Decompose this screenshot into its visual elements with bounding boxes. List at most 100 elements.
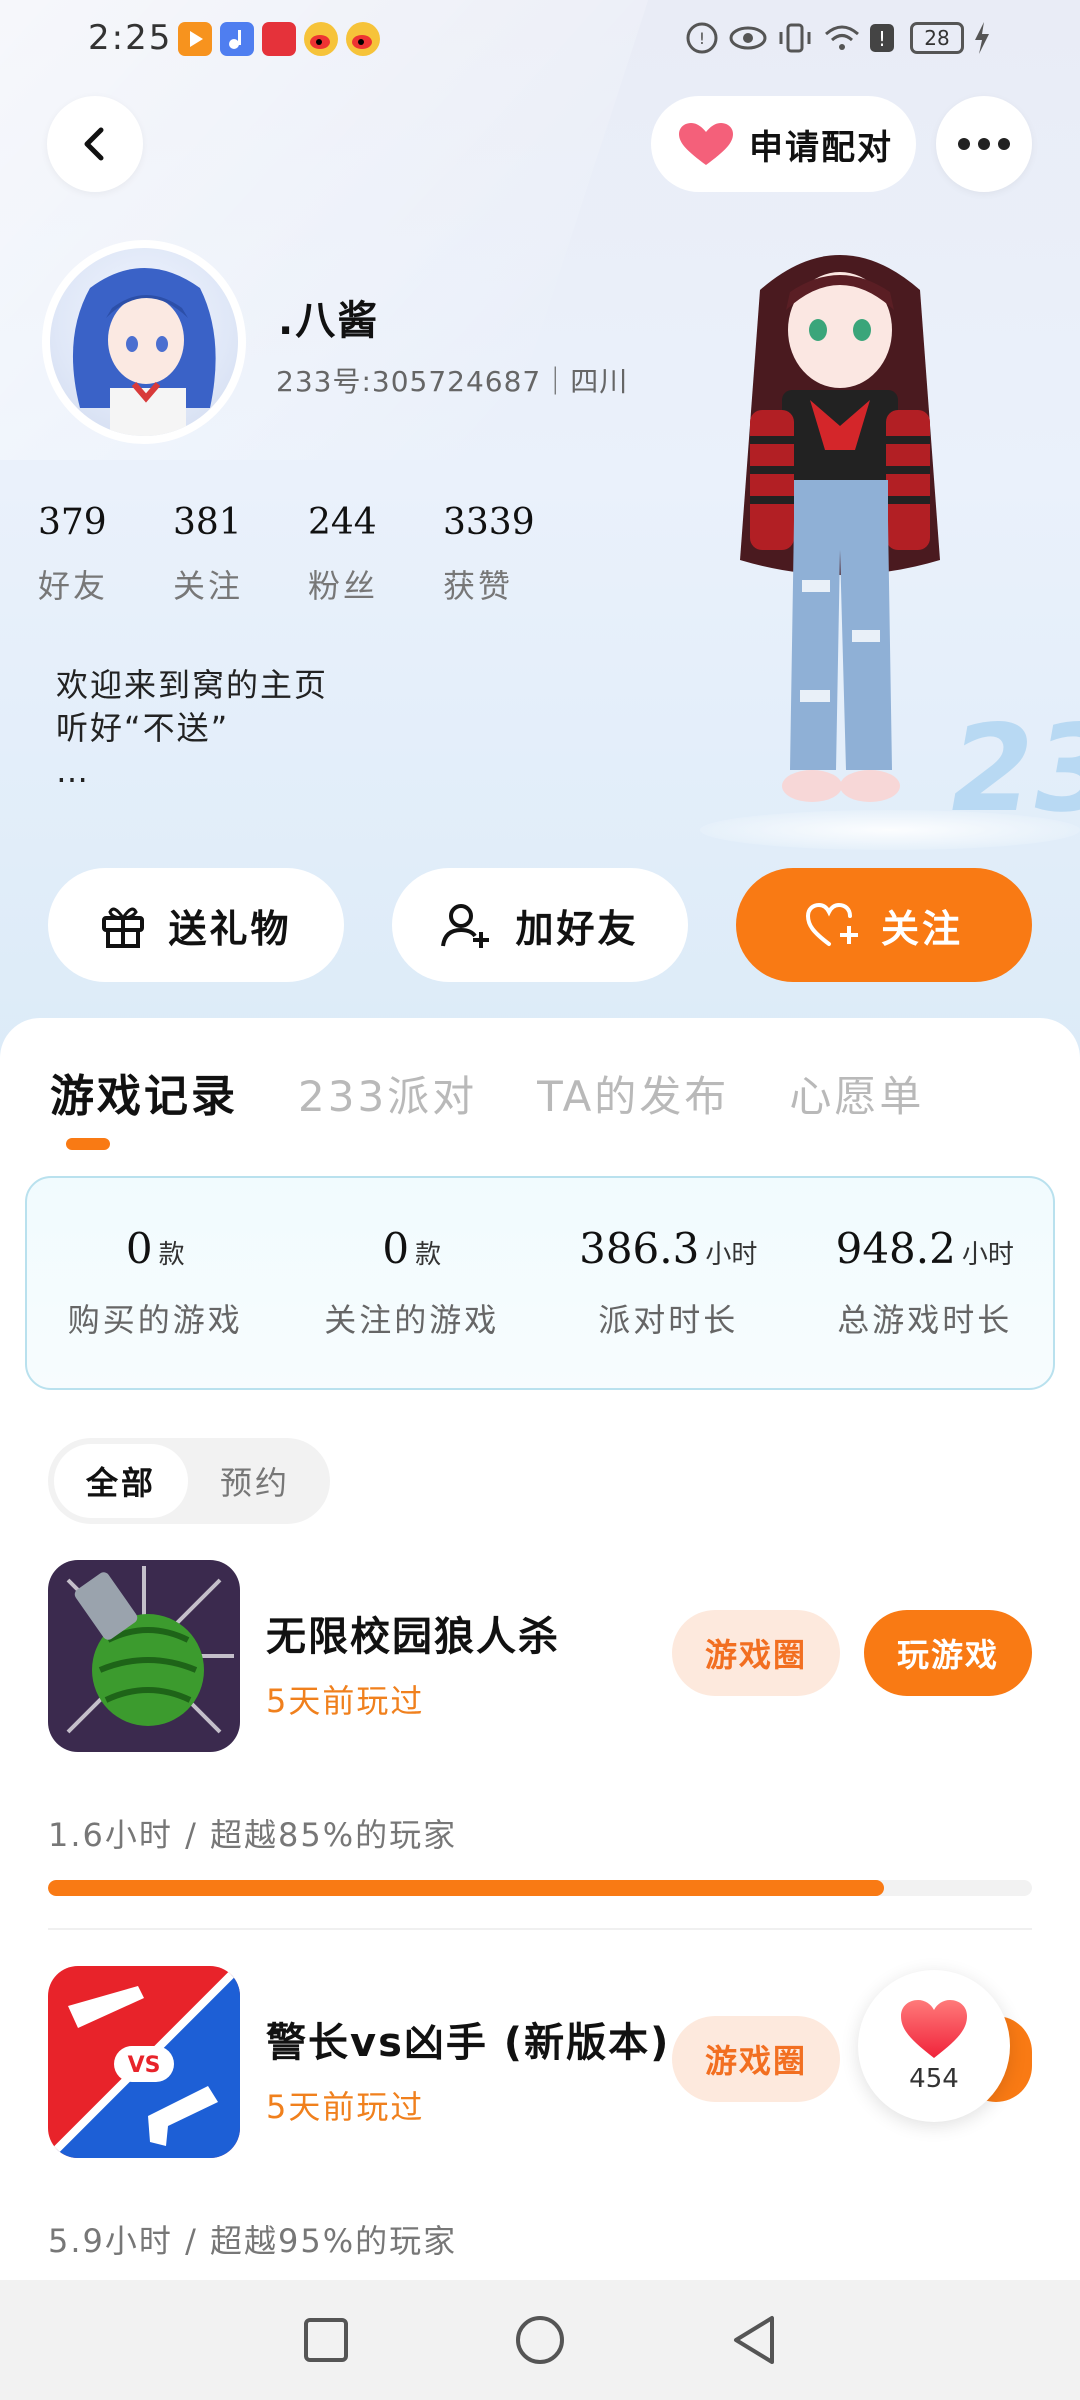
bio-line: 欢迎来到窝的主页: [56, 666, 329, 704]
game-last-played: 5天前玩过: [266, 2088, 425, 2126]
game-circle-button[interactable]: 游戏圈: [672, 2016, 840, 2102]
playtime-progress-bar: [48, 1880, 1032, 1896]
game-title: 无限校园狼人杀: [266, 1614, 560, 1660]
profile-nickname: .八酱: [278, 298, 380, 344]
like-count: 454: [909, 2064, 959, 2094]
tab-game-records[interactable]: 游戏记录: [50, 1060, 238, 1124]
video-app-icon: [178, 22, 212, 56]
send-gift-label: 送礼物: [168, 906, 292, 951]
summary-label: 总游戏时长: [837, 1301, 1013, 1339]
svg-text:!: !: [878, 27, 886, 51]
status-bar: 2:25 ! ! 28: [0, 0, 1080, 80]
stat-value: 244: [308, 502, 377, 543]
tab-wishlist[interactable]: 心愿单: [789, 1063, 924, 1124]
summary-value: 386.3: [579, 1224, 700, 1273]
heart-pair-icon: [679, 123, 733, 165]
active-tab-indicator: [66, 1138, 110, 1150]
summary-total-play-time: 948.2 小时 总游戏时长: [797, 1178, 1054, 1388]
weibo-icon-2: [346, 22, 380, 56]
like-floating-button[interactable]: 454: [858, 1970, 1010, 2122]
game-playtime-rank: 1.6小时 / 超越85%的玩家: [48, 1816, 458, 1854]
bio-line: 听好“不送”: [56, 709, 230, 747]
play-game-button[interactable]: 玩游戏: [864, 1610, 1032, 1696]
summary-label: 派对时长: [598, 1301, 739, 1339]
game-summary-card: 0款 购买的游戏 0款 关注的游戏 386.3 小时 派对时长 948.2 小时 总…: [25, 1176, 1055, 1390]
filter-all[interactable]: 全部: [54, 1444, 188, 1518]
summary-value: 0: [125, 1224, 153, 1273]
heart-plus-icon: [805, 902, 858, 946]
list-divider: [48, 1928, 1032, 1930]
summary-followed-games: 0款 关注的游戏: [284, 1178, 541, 1388]
back-triangle-icon[interactable]: [730, 2314, 778, 2366]
add-friend-button[interactable]: 加好友: [392, 868, 688, 982]
tab-233-party[interactable]: 233派对: [298, 1063, 477, 1124]
add-friend-label: 加好友: [515, 906, 639, 951]
send-gift-button[interactable]: 送礼物: [48, 868, 344, 982]
summary-purchased-games: 0款 购买的游戏: [27, 1178, 284, 1388]
avatar-illustration: [72, 268, 216, 436]
summary-unit: 小时: [705, 1240, 758, 1270]
stat-fans[interactable]: 244 粉丝: [308, 502, 443, 607]
gift-icon: [102, 907, 145, 948]
sheriff-vs-murderer-game-icon: VS: [48, 1966, 240, 2158]
profile-tabs: 游戏记录 233派对 TA的发布 心愿单: [50, 1060, 984, 1124]
follow-label: 关注: [880, 906, 963, 951]
apply-pair-label: 申请配对: [749, 127, 893, 168]
weibo-icon: [304, 22, 338, 56]
follow-button[interactable]: 关注: [736, 868, 1032, 982]
bio-line: …: [56, 752, 90, 790]
summary-unit: 小时: [961, 1240, 1014, 1270]
stat-value: 381: [173, 502, 242, 543]
game-last-played: 5天前玩过: [266, 1682, 425, 1720]
vibrate-icon: [779, 23, 811, 53]
music-app-icon: [220, 22, 254, 56]
summary-label: 关注的游戏: [324, 1301, 500, 1339]
back-button[interactable]: [47, 96, 143, 192]
summary-unit: 款: [158, 1240, 185, 1270]
more-dots-icon: [958, 138, 1010, 150]
huawei-app-icon: [262, 22, 296, 56]
game-title: 警长vs凶手 (新版本): [266, 2020, 671, 2066]
stat-likes[interactable]: 3339 获赞: [443, 502, 578, 607]
alert-icon: !: [870, 24, 894, 52]
stat-value: 3339: [443, 502, 535, 543]
vs-badge-text: VS: [128, 2053, 161, 2078]
recents-square-icon[interactable]: [302, 2316, 350, 2364]
system-navigation-bar: [0, 2280, 1080, 2400]
summary-value: 948.2: [835, 1224, 956, 1273]
avatar[interactable]: [42, 240, 246, 444]
game-playtime-rank: 5.9小时 / 超越95%的玩家: [48, 2222, 458, 2260]
stat-label: 获赞: [443, 567, 514, 605]
tab-posts[interactable]: TA的发布: [537, 1063, 729, 1124]
stat-label: 粉丝: [308, 567, 379, 605]
stat-following[interactable]: 381 关注: [173, 502, 308, 607]
summary-unit: 款: [415, 1240, 442, 1270]
more-button[interactable]: [936, 96, 1032, 192]
heart-icon: [901, 2000, 967, 2058]
game-filter-toggle: 全部 预约: [48, 1438, 330, 1524]
home-circle-icon[interactable]: [514, 2314, 566, 2366]
stat-label: 好友: [38, 567, 109, 605]
profile-uid-location: 233号:305724687｜四川: [276, 365, 629, 398]
avatar-character-model[interactable]: [690, 230, 990, 830]
stat-friends[interactable]: 379 好友: [38, 502, 173, 607]
wifi-icon: [825, 25, 859, 50]
eye-comfort-icon: [729, 26, 767, 50]
charging-icon: [975, 22, 989, 54]
game-record-item[interactable]: 无限校园狼人杀 5天前玩过 游戏圈 玩游戏 1.6小时 / 超越85%的玩家: [0, 1560, 1080, 1960]
profile-stats: 379 好友 381 关注 244 粉丝 3339 获赞: [38, 502, 578, 607]
data-saver-icon: !: [686, 22, 718, 54]
summary-value: 0: [382, 1224, 410, 1273]
status-time: 2:25: [88, 18, 173, 58]
playtime-progress-fill: [48, 1880, 885, 1896]
werewolf-game-icon: [48, 1560, 240, 1752]
apply-pair-button[interactable]: 申请配对: [651, 96, 916, 192]
profile-bio: 欢迎来到窝的主页 听好“不送” …: [56, 664, 328, 793]
stat-label: 关注: [173, 567, 244, 605]
svg-text:!: !: [699, 29, 705, 48]
filter-reserved[interactable]: 预约: [188, 1444, 322, 1518]
summary-label: 购买的游戏: [67, 1301, 243, 1339]
battery-icon: 28: [910, 22, 964, 54]
game-circle-button[interactable]: 游戏圈: [672, 1610, 840, 1696]
summary-party-time: 386.3 小时 派对时长: [540, 1178, 797, 1388]
